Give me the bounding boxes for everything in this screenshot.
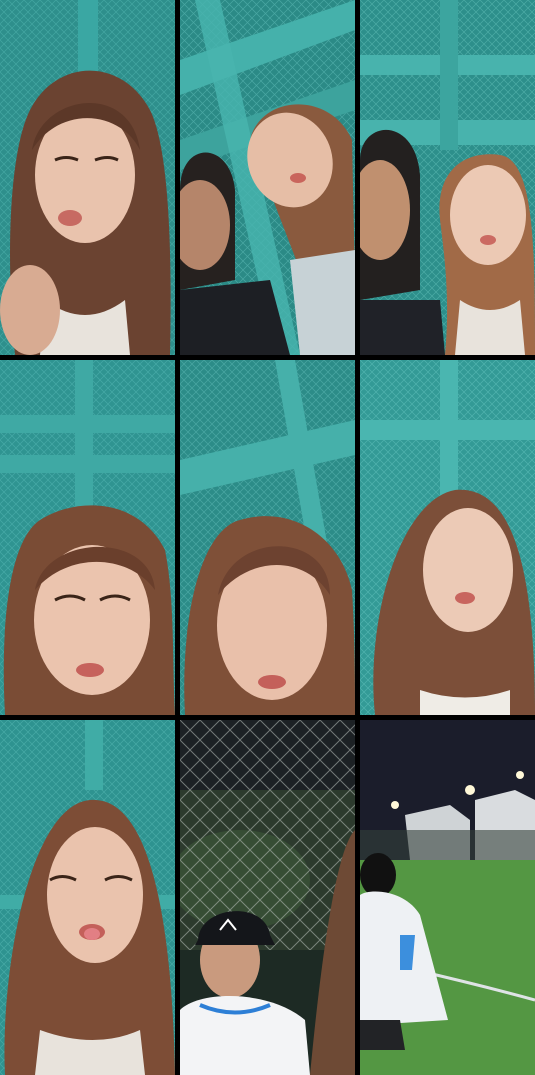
photo-1 [0,0,175,355]
photo-8 [180,720,355,1075]
photo-5 [180,360,355,715]
photo-tile-2[interactable] [180,0,355,355]
photo-tile-3[interactable] [360,0,535,355]
photo-tile-4[interactable] [0,360,175,715]
photo-tile-6[interactable] [360,360,535,715]
photo-tile-9[interactable] [360,720,535,1075]
photo-6 [360,360,535,715]
photo-4 [0,360,175,715]
photo-tile-8[interactable] [180,720,355,1075]
photo-7 [0,720,175,1075]
photo-tile-5[interactable] [180,360,355,715]
photo-tile-7[interactable] [0,720,175,1075]
photo-3 [360,0,535,355]
photo-tile-1[interactable] [0,0,175,355]
photo-collage [0,0,535,1075]
photo-9 [360,720,535,1075]
photo-2 [180,0,355,355]
